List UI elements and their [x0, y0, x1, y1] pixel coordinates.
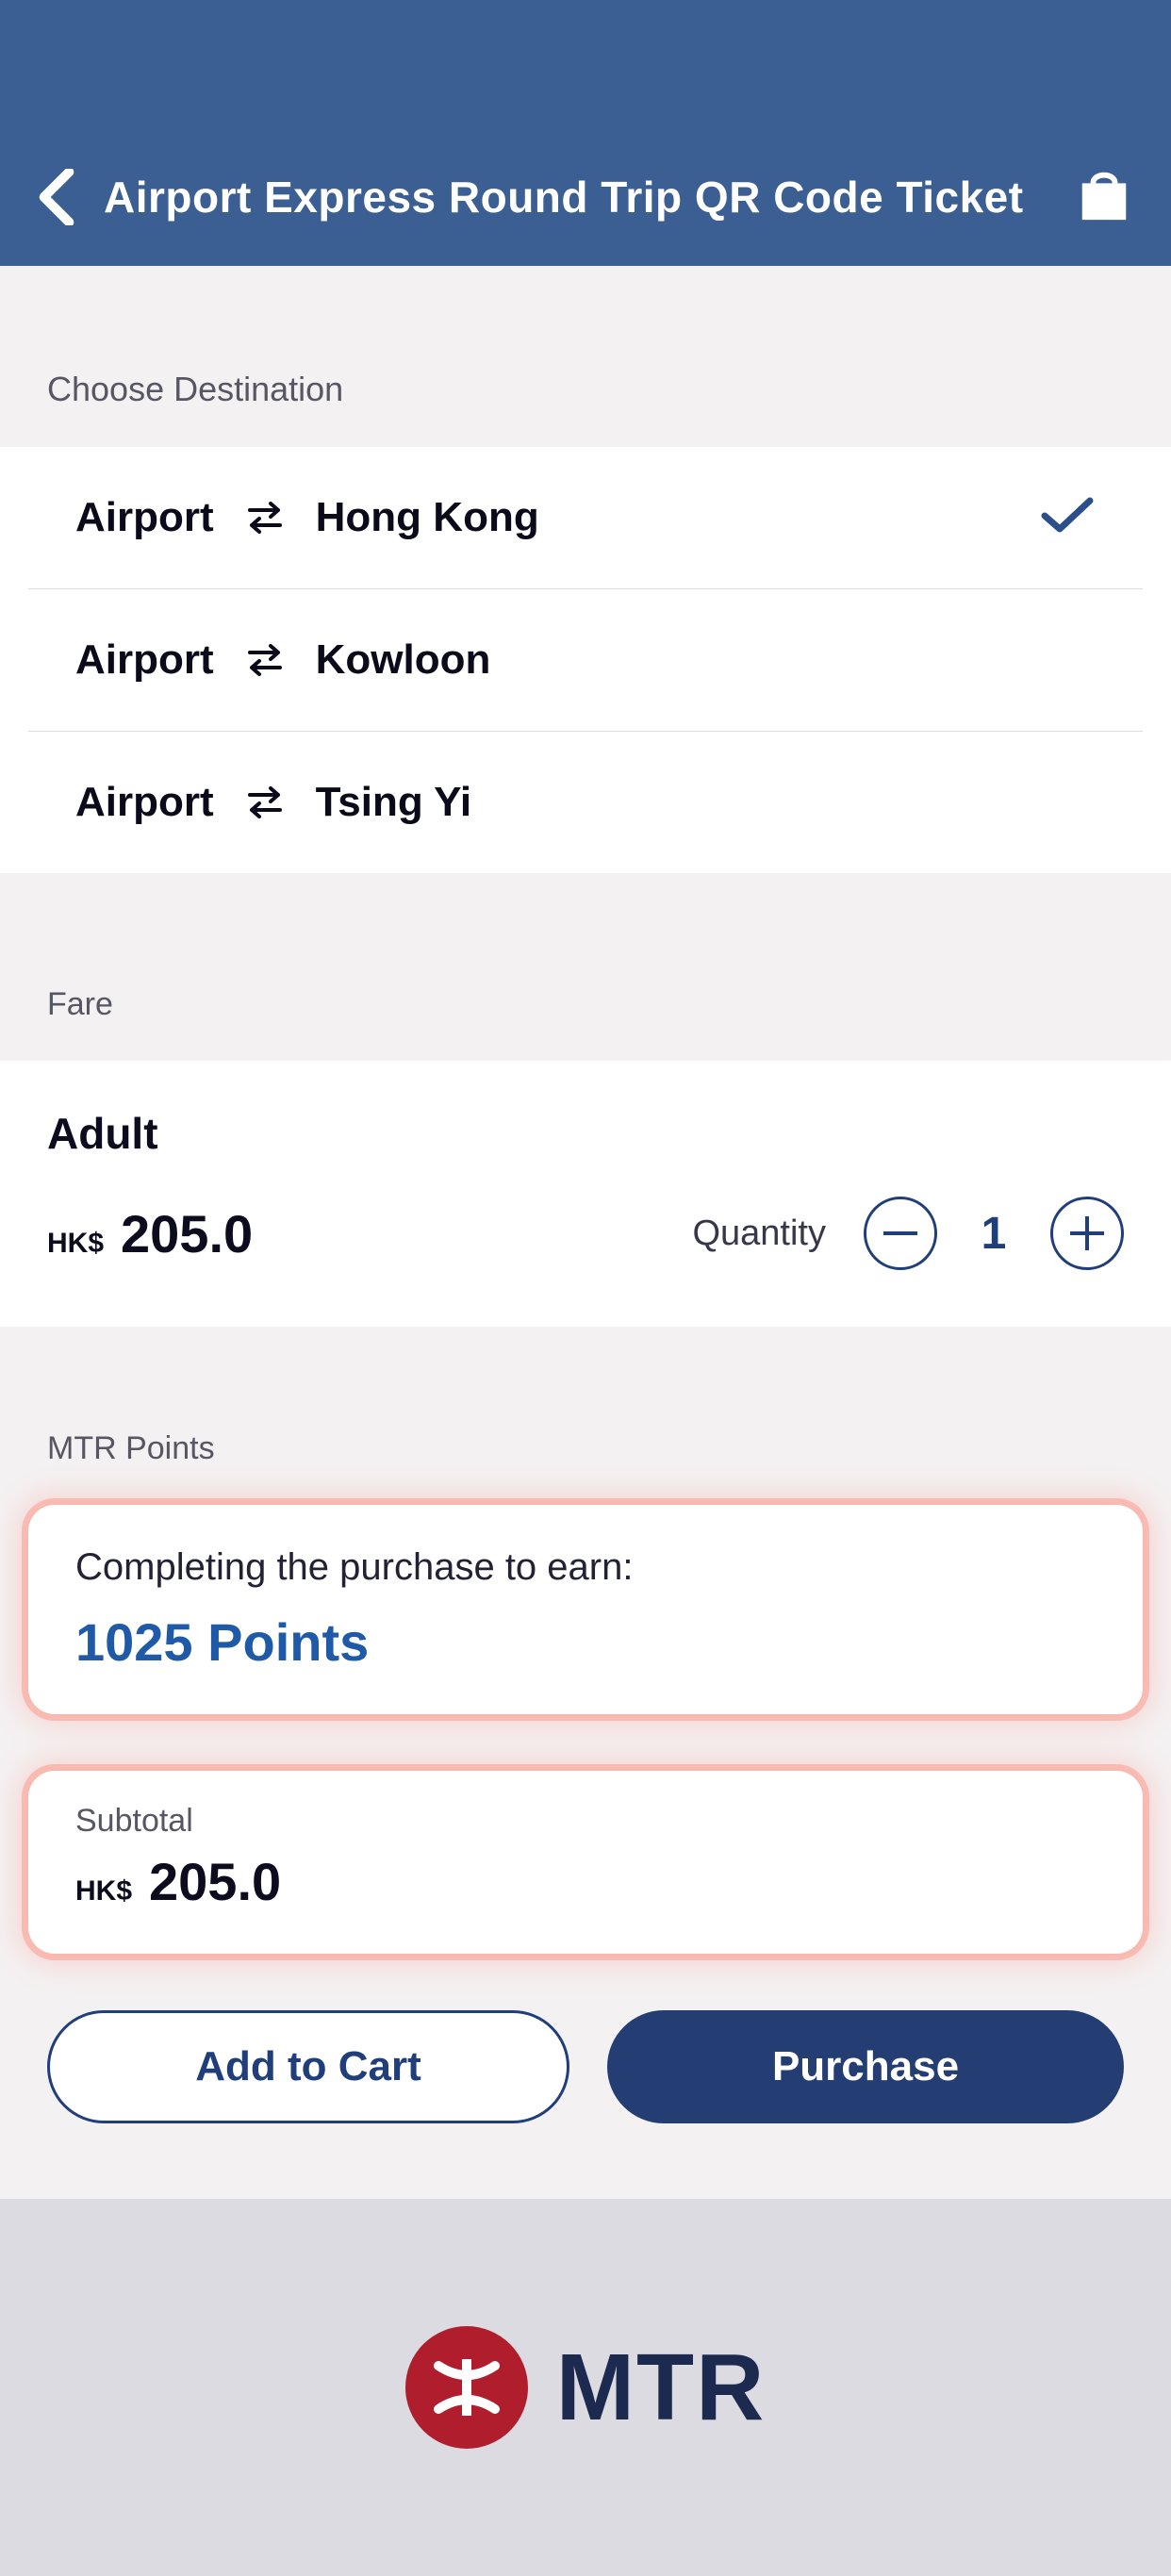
fare-currency: HK$	[47, 1228, 104, 1260]
chevron-left-icon	[38, 169, 75, 225]
round-trip-icon	[246, 643, 284, 677]
fare-type: Adult	[47, 1108, 1124, 1159]
back-button[interactable]	[38, 169, 75, 225]
cart-button[interactable]	[1075, 165, 1133, 228]
destination-option-kowloon[interactable]: Airport Kowloon	[28, 589, 1143, 732]
shopping-bag-icon	[1075, 165, 1133, 223]
purchase-button[interactable]: Purchase	[607, 2010, 1124, 2123]
subtotal-amount: 205.0	[149, 1851, 281, 1912]
destination-to: Hong Kong	[316, 494, 539, 541]
check-icon	[1039, 495, 1096, 541]
points-earn-label: Completing the purchase to earn:	[75, 1546, 1096, 1589]
fare-price: HK$ 205.0	[47, 1203, 253, 1264]
footer-brand: MTR	[0, 2199, 1171, 2576]
minus-icon	[883, 1231, 917, 1235]
mtr-logo-icon	[405, 2326, 528, 2449]
fare-card: Adult HK$ 205.0 Quantity 1	[0, 1061, 1171, 1327]
destination-list: Airport Hong Kong Airport	[0, 447, 1171, 873]
plus-icon	[1070, 1216, 1104, 1250]
destination-to: Tsing Yi	[316, 779, 471, 826]
subtotal-card: Subtotal HK$ 205.0	[28, 1771, 1143, 1954]
round-trip-icon	[246, 785, 284, 819]
destination-from: Airport	[75, 779, 214, 826]
action-buttons: Add to Cart Purchase	[0, 2010, 1171, 2123]
points-earn-card: Completing the purchase to earn: 1025 Po…	[28, 1505, 1143, 1714]
points-section-label: MTR Points	[0, 1327, 1171, 1505]
fare-section-label: Fare	[0, 873, 1171, 1061]
points-earn-value: 1025 Points	[75, 1611, 1096, 1673]
destination-to: Kowloon	[316, 636, 491, 684]
destination-section-label: Choose Destination	[0, 266, 1171, 447]
page-title: Airport Express Round Trip QR Code Ticke…	[104, 172, 1047, 223]
quantity-label: Quantity	[692, 1214, 826, 1254]
quantity-value: 1	[975, 1208, 1013, 1260]
destination-from: Airport	[75, 494, 214, 541]
fare-amount: 205.0	[121, 1203, 253, 1264]
mtr-brand-text: MTR	[556, 2334, 767, 2442]
subtotal-currency: HK$	[75, 1875, 132, 1907]
subtotal-label: Subtotal	[75, 1803, 1096, 1840]
app-header: Airport Express Round Trip QR Code Ticke…	[0, 0, 1171, 266]
destination-from: Airport	[75, 636, 214, 684]
quantity-increase-button[interactable]	[1050, 1197, 1124, 1270]
destination-option-hongkong[interactable]: Airport Hong Kong	[28, 447, 1143, 589]
round-trip-icon	[246, 501, 284, 535]
add-to-cart-button[interactable]: Add to Cart	[47, 2010, 569, 2123]
destination-option-tsingyi[interactable]: Airport Tsing Yi	[28, 732, 1143, 873]
quantity-decrease-button[interactable]	[864, 1197, 937, 1270]
